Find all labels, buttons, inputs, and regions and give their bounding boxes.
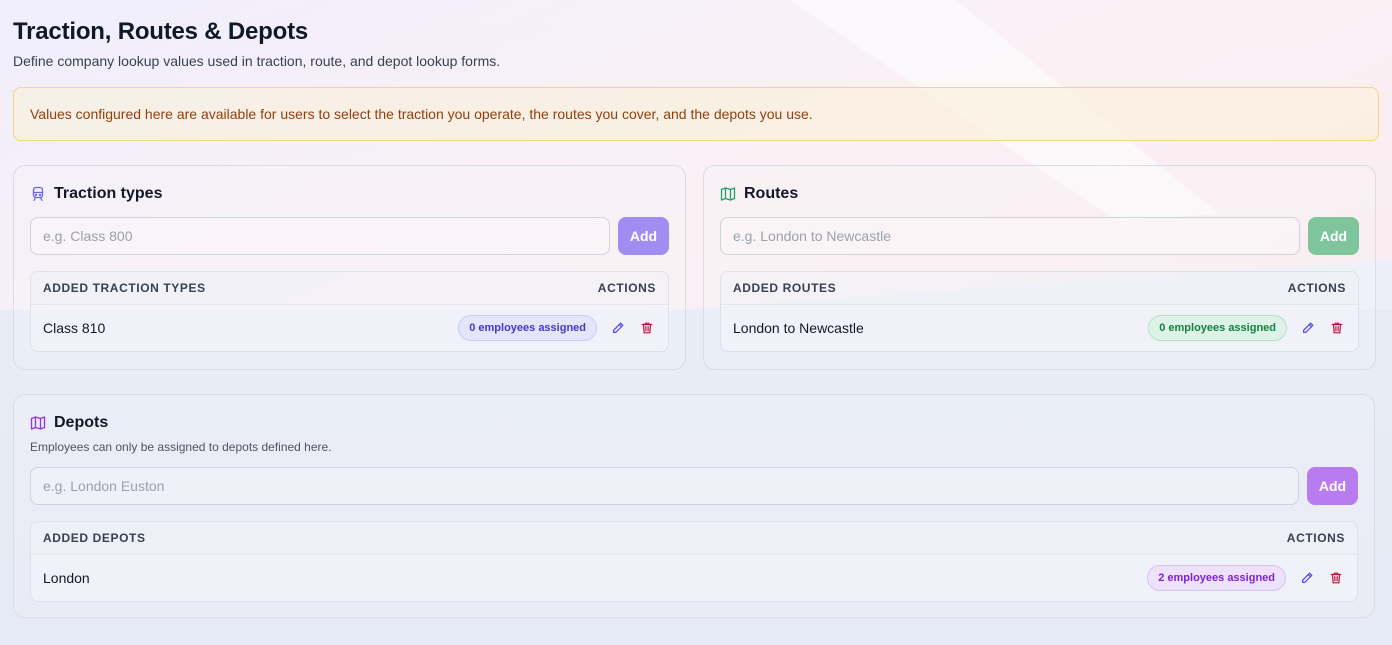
list-header-label: ADDED ROUTES: [733, 281, 837, 295]
item-name: London to Newcastle: [733, 320, 864, 336]
depots-list: ADDED DEPOTS ACTIONS London 2 employees …: [30, 521, 1358, 602]
delete-icon[interactable]: [1328, 319, 1346, 337]
depot-input[interactable]: [30, 467, 1299, 505]
traction-types-card: Traction types Add ADDED TRACTION TYPES …: [13, 165, 686, 370]
depots-description: Employees can only be assigned to depots…: [30, 440, 332, 454]
list-header-label: ADDED TRACTION TYPES: [43, 281, 206, 295]
actions-header: ACTIONS: [597, 281, 656, 295]
depots-title: Depots: [54, 414, 109, 431]
delete-icon[interactable]: [1327, 569, 1345, 587]
page: Traction, Routes & Depots Define company…: [0, 0, 1392, 618]
item-name: Class 810: [43, 320, 106, 336]
depots-card: Depots Employees can only be assigned to…: [13, 394, 1375, 618]
page-title: Traction, Routes & Depots: [13, 18, 309, 45]
actions-header: ACTIONS: [1287, 281, 1346, 295]
list-header-label: ADDED DEPOTS: [43, 531, 146, 545]
info-notice: Values configured here are available for…: [13, 87, 1379, 141]
edit-icon[interactable]: [609, 319, 627, 337]
list-item: London to Newcastle 0 employees assigned: [721, 304, 1358, 351]
route-input[interactable]: [720, 217, 1300, 255]
list-header: ADDED DEPOTS ACTIONS: [31, 522, 1357, 554]
add-traction-button[interactable]: Add: [618, 217, 669, 255]
edit-icon[interactable]: [1298, 569, 1316, 587]
delete-icon[interactable]: [638, 319, 656, 337]
item-name: London: [43, 570, 90, 586]
map-icon: [720, 186, 736, 202]
traction-type-input[interactable]: [30, 217, 610, 255]
assigned-badge: 2 employees assigned: [1147, 565, 1286, 591]
page-subtitle: Define company lookup values used in tra…: [13, 53, 501, 69]
assigned-badge: 0 employees assigned: [1148, 315, 1287, 341]
traction-types-list: ADDED TRACTION TYPES ACTIONS Class 810 0…: [30, 271, 669, 352]
list-item: London 2 employees assigned: [31, 554, 1357, 601]
assigned-badge: 0 employees assigned: [458, 315, 597, 341]
notice-text: Values configured here are available for…: [30, 106, 813, 122]
routes-list: ADDED ROUTES ACTIONS London to Newcastle…: [720, 271, 1359, 352]
routes-card: Routes Add ADDED ROUTES ACTIONS London t…: [703, 165, 1376, 370]
add-depot-button[interactable]: Add: [1307, 467, 1358, 505]
train-icon: [30, 186, 46, 202]
list-item: Class 810 0 employees assigned: [31, 304, 668, 351]
map-icon: [30, 415, 46, 431]
list-header: ADDED TRACTION TYPES ACTIONS: [31, 272, 668, 304]
traction-types-title: Traction types: [54, 185, 163, 202]
add-route-button[interactable]: Add: [1308, 217, 1359, 255]
list-header: ADDED ROUTES ACTIONS: [721, 272, 1358, 304]
routes-title: Routes: [744, 185, 799, 202]
edit-icon[interactable]: [1299, 319, 1317, 337]
actions-header: ACTIONS: [1286, 531, 1345, 545]
